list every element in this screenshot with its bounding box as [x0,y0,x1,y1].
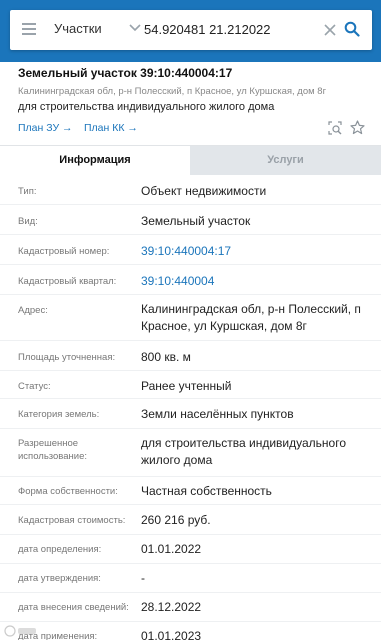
row-value: для строительства индивидуального жилого… [141,436,347,467]
info-row-entry-date: дата внесения сведений: 28.12.2022 [0,593,381,622]
cadastral-quarter-link[interactable]: 39:10:440004 [141,273,377,290]
tabs: Информация Услуги [0,145,381,175]
tab-information[interactable]: Информация [0,146,190,175]
row-label: дата определения: [18,544,102,555]
info-row-application-date: дата применения: 01.01.2023 [0,622,381,640]
info-row-determination-date: дата определения: 01.01.2022 [0,535,381,564]
info-row-type: Тип: Объект недвижимости [0,175,381,205]
chevron-down-icon[interactable] [129,23,141,33]
search-input[interactable] [144,20,314,38]
row-value: Частная собственность [141,484,272,498]
info-row-land-category: Категория земель: Земли населённых пункт… [0,399,381,429]
row-value: Калининградская обл, р-н Полесский, п Кр… [141,302,361,333]
row-label: дата утверждения: [18,573,101,584]
info-row-status: Статус: Ранее учтенный [0,371,381,399]
row-label: Площадь уточненная: [18,352,116,363]
plan-kk-link[interactable]: План КК → [84,122,138,134]
row-value: 01.01.2022 [141,542,202,556]
info-row-area: Площадь уточненная: 800 кв. м [0,341,381,371]
row-label: Тип: [18,186,37,197]
info-row-approval-date: дата утверждения: - [0,564,381,593]
row-value: - [141,571,145,585]
search-box: Участки [10,10,372,50]
row-value: 28.12.2022 [141,600,202,614]
row-label: Форма собственности: [18,486,118,497]
info-row-cadastral-quarter: Кадастровый квартал: 39:10:440004 [0,265,381,295]
row-value: 01.01.2023 [141,629,202,640]
object-title: Земельный участок 39:10:440004:17 [18,66,233,80]
menu-icon[interactable] [22,23,36,35]
info-row-cadastral-value: Кадастровая стоимость: 260 216 руб. [0,505,381,535]
row-label: Адрес: [18,305,48,316]
row-value: 260 216 руб. [141,513,211,527]
row-label: Кадастровый квартал: [18,276,117,287]
row-label: Категория земель: [18,409,100,420]
row-value: Земли населённых пунктов [141,407,294,421]
row-label: Разрешенное использование: [18,438,88,462]
watermark-logo [4,625,36,637]
tab-services[interactable]: Услуги [190,146,381,175]
top-bar: Участки [0,0,381,62]
row-label: Кадастровый номер: [18,246,110,257]
row-label: Статус: [18,381,51,392]
info-row-permitted-use: Разрешенное использование: для строитель… [0,429,381,477]
plan-zu-link[interactable]: План ЗУ → [18,122,73,134]
object-address: Калининградская обл, р-н Полесский, п Кр… [18,86,327,97]
info-row-cadastral-number: Кадастровый номер: 39:10:440004:17 [0,235,381,265]
info-row-address: Адрес: Калининградская обл, р-н Полесски… [0,295,381,341]
object-type-select[interactable]: Участки [54,21,102,36]
row-label: Вид: [18,216,38,227]
search-icon[interactable] [344,21,360,37]
cadastral-number-link[interactable]: 39:10:440004:17 [141,243,377,260]
row-value: Ранее учтенный [141,379,232,393]
info-row-ownership: Форма собственности: Частная собственнос… [0,477,381,505]
row-value: Земельный участок [141,214,251,228]
info-row-kind: Вид: Земельный участок [0,205,381,235]
close-icon[interactable] [324,24,336,36]
row-label: Кадастровая стоимость: [18,515,126,526]
zoom-to-object-icon[interactable] [328,121,342,135]
star-icon[interactable] [350,120,365,135]
object-purpose: для строительства индивидуального жилого… [18,101,275,113]
row-value: Объект недвижимости [141,184,267,198]
row-label: дата внесения сведений: [18,602,129,613]
row-value: 800 кв. м [141,350,191,364]
